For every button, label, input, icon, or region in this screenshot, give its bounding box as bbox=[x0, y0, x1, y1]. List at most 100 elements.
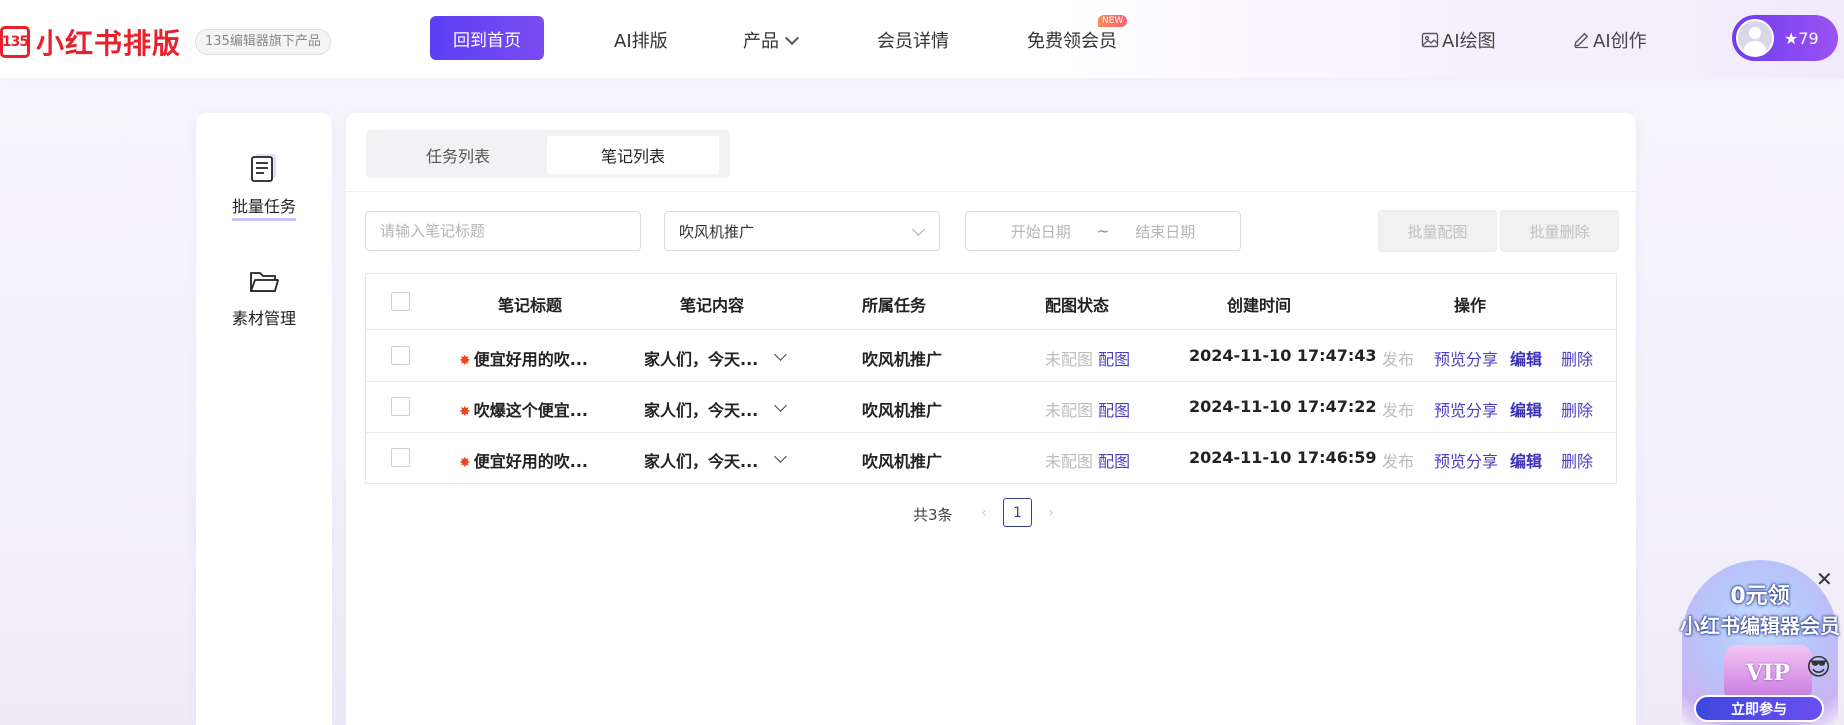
nav-ai-layout[interactable]: AI排版 bbox=[614, 27, 668, 53]
nav-product[interactable]: 产品 bbox=[743, 27, 800, 53]
note-title-cell[interactable]: ✸ 吹爆这个便宜... bbox=[459, 397, 588, 421]
publish-button[interactable]: 发布 bbox=[1382, 397, 1414, 421]
divider bbox=[346, 191, 1636, 192]
brand-logo[interactable]: 135 小红书排版 135编辑器旗下产品 bbox=[0, 22, 331, 62]
avatar bbox=[1736, 19, 1774, 57]
note-title-input[interactable] bbox=[380, 222, 626, 240]
chevron-down-icon[interactable] bbox=[774, 348, 787, 361]
notes-table: 笔记标题 笔记内容 所属任务 配图状态 创建时间 操作 ✸ 便宜好用的吹... 家… bbox=[365, 273, 1617, 484]
edit-link[interactable]: 编辑 bbox=[1510, 397, 1542, 421]
burst-icon: ✸ bbox=[459, 404, 471, 420]
vip-gem-icon: VIP bbox=[1724, 645, 1812, 701]
header-title: 笔记标题 bbox=[497, 296, 563, 315]
chevron-down-icon bbox=[784, 30, 800, 46]
home-button[interactable]: 回到首页 bbox=[430, 16, 544, 60]
chevron-down-icon[interactable] bbox=[774, 399, 787, 412]
image-status-cell: 未配图 配图 bbox=[1045, 397, 1130, 421]
pencil-icon bbox=[1574, 32, 1589, 49]
note-task: 吹风机推广 bbox=[862, 452, 943, 471]
close-icon[interactable]: ✕ bbox=[1816, 567, 1833, 591]
publish-button[interactable]: 发布 bbox=[1382, 346, 1414, 370]
logo-badge: 135 bbox=[0, 26, 30, 58]
header-image-status: 配图状态 bbox=[1044, 296, 1110, 315]
prev-page-button[interactable]: ‹ bbox=[976, 505, 992, 521]
tab-task-list[interactable]: 任务列表 bbox=[372, 136, 544, 174]
document-list-icon bbox=[251, 154, 276, 182]
add-image-link[interactable]: 配图 bbox=[1098, 452, 1130, 471]
image-status-cell: 未配图 配图 bbox=[1045, 448, 1130, 472]
burst-icon: ✸ bbox=[459, 455, 471, 471]
sidebar: 批量任务 素材管理 bbox=[196, 113, 332, 725]
row-checkbox[interactable] bbox=[391, 397, 410, 416]
batch-image-button[interactable]: 批量配图 bbox=[1378, 210, 1497, 252]
table-row: ✸ 便宜好用的吹... 家人们，今天... 吹风机推广 未配图 配图 2024-1… bbox=[366, 433, 1616, 484]
add-image-link[interactable]: 配图 bbox=[1098, 401, 1130, 420]
select-all-checkbox[interactable] bbox=[391, 292, 410, 311]
ai-draw-button[interactable]: AI绘图 bbox=[1421, 27, 1496, 53]
image-icon bbox=[1421, 32, 1439, 48]
row-checkbox[interactable] bbox=[391, 346, 410, 365]
preview-share-link[interactable]: 预览分享 bbox=[1434, 346, 1498, 370]
note-content: 家人们，今天... bbox=[644, 401, 759, 420]
preview-share-link[interactable]: 预览分享 bbox=[1434, 397, 1498, 421]
edit-link[interactable]: 编辑 bbox=[1510, 346, 1542, 370]
note-title-search bbox=[365, 211, 641, 251]
logo-tagline: 135编辑器旗下产品 bbox=[195, 29, 331, 55]
new-badge: NEW bbox=[1098, 15, 1128, 27]
delete-link[interactable]: 删除 bbox=[1561, 448, 1593, 472]
note-title: 吹爆这个便宜... bbox=[473, 401, 588, 420]
sidebar-item-batch-tasks[interactable]: 批量任务 bbox=[196, 153, 332, 221]
delete-link[interactable]: 删除 bbox=[1561, 397, 1593, 421]
delete-link[interactable]: 删除 bbox=[1561, 346, 1593, 370]
date-separator: ~ bbox=[1096, 222, 1110, 240]
sunglasses-emoji-icon: 😎 bbox=[1806, 653, 1832, 681]
note-title: 便宜好用的吹... bbox=[473, 350, 588, 369]
note-content-cell[interactable]: 家人们，今天... bbox=[644, 397, 787, 421]
tab-bar: 任务列表 笔记列表 bbox=[366, 130, 730, 178]
image-status: 未配图 bbox=[1045, 452, 1094, 471]
sidebar-item-label: 批量任务 bbox=[231, 193, 296, 221]
burst-icon: ✸ bbox=[459, 353, 471, 369]
chevron-down-icon[interactable] bbox=[774, 450, 787, 463]
next-page-button[interactable]: › bbox=[1043, 505, 1059, 521]
note-title: 便宜好用的吹... bbox=[473, 452, 588, 471]
nav-free-member[interactable]: 免费领会员 bbox=[1027, 27, 1117, 53]
edit-link[interactable]: 编辑 bbox=[1510, 448, 1542, 472]
user-menu[interactable]: ★79 bbox=[1732, 15, 1838, 61]
promo-join-button[interactable]: 立即参与 bbox=[1694, 695, 1824, 722]
nav-member-details[interactable]: 会员详情 bbox=[877, 27, 949, 53]
task-select-value: 吹风机推广 bbox=[679, 222, 755, 241]
note-content: 家人们，今天... bbox=[644, 350, 759, 369]
sidebar-item-label: 素材管理 bbox=[231, 309, 296, 328]
note-content-cell[interactable]: 家人们，今天... bbox=[644, 346, 787, 370]
image-status: 未配图 bbox=[1045, 350, 1094, 369]
tab-note-list[interactable]: 笔记列表 bbox=[547, 136, 719, 174]
ai-create-label: AI创作 bbox=[1593, 31, 1647, 52]
sidebar-item-materials[interactable]: 素材管理 bbox=[196, 269, 332, 329]
header-content: 笔记内容 bbox=[679, 296, 745, 315]
created-time: 2024-11-10 17:46:59 bbox=[1189, 448, 1377, 467]
chevron-down-icon bbox=[912, 223, 925, 236]
row-checkbox[interactable] bbox=[391, 448, 410, 467]
ai-create-button[interactable]: AI创作 bbox=[1572, 27, 1647, 53]
page-1-button[interactable]: 1 bbox=[1003, 498, 1032, 527]
batch-delete-button[interactable]: 批量删除 bbox=[1500, 210, 1619, 252]
logo-text: 小红书排版 bbox=[36, 27, 182, 60]
table-row: ✸ 便宜好用的吹... 家人们，今天... 吹风机推广 未配图 配图 2024-1… bbox=[366, 331, 1616, 382]
table-row: ✸ 吹爆这个便宜... 家人们，今天... 吹风机推广 未配图 配图 2024-1… bbox=[366, 382, 1616, 433]
date-range-picker[interactable]: 开始日期 ~ 结束日期 bbox=[965, 211, 1241, 251]
task-select[interactable]: 吹风机推广 bbox=[664, 211, 940, 251]
note-title-cell[interactable]: ✸ 便宜好用的吹... bbox=[459, 448, 588, 472]
header-created: 创建时间 bbox=[1226, 296, 1292, 315]
publish-button[interactable]: 发布 bbox=[1382, 448, 1414, 472]
add-image-link[interactable]: 配图 bbox=[1098, 350, 1130, 369]
preview-share-link[interactable]: 预览分享 bbox=[1434, 448, 1498, 472]
header-task: 所属任务 bbox=[861, 296, 927, 315]
note-content-cell[interactable]: 家人们，今天... bbox=[644, 448, 787, 472]
table-header: 笔记标题 笔记内容 所属任务 配图状态 创建时间 操作 bbox=[366, 274, 1616, 330]
note-title-cell[interactable]: ✸ 便宜好用的吹... bbox=[459, 346, 588, 370]
start-date-placeholder: 开始日期 bbox=[1010, 222, 1071, 241]
note-task: 吹风机推广 bbox=[862, 401, 943, 420]
folder-icon bbox=[250, 272, 279, 292]
end-date-placeholder: 结束日期 bbox=[1135, 222, 1196, 241]
